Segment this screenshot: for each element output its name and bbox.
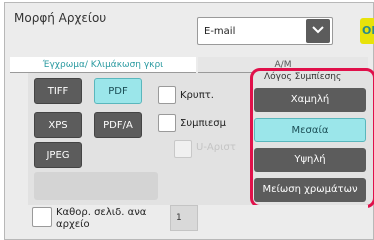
tab-color-grayscale[interactable]: Έγχρωμα/ Κλιμάκωση γκρι <box>10 57 196 73</box>
file-format-label: Μορφή Αρχείου <box>14 11 107 25</box>
format-tiff-button[interactable]: TIFF <box>34 78 82 104</box>
pages-per-file-checkbox[interactable] <box>32 207 52 227</box>
ok-button[interactable]: OK <box>360 18 374 44</box>
encrypt-label: Κρυπτ. <box>180 90 214 101</box>
compress-checkbox[interactable] <box>158 114 176 132</box>
pages-per-file-input[interactable]: 1 <box>170 205 198 231</box>
chevron-down-icon <box>312 26 324 34</box>
ocr-checkbox <box>174 140 192 158</box>
pages-per-file-label: Καθορ. σελιδ. ανα αρχείο <box>56 207 147 230</box>
compression-high-button[interactable]: Υψηλή <box>254 148 366 172</box>
compress-label: Συμπιεσμ <box>180 118 226 129</box>
format-select-value: E-mail <box>204 26 236 37</box>
ocr-label: U-Αριστ <box>196 142 236 153</box>
compression-medium-button[interactable]: Μεσαία <box>254 118 366 142</box>
format-pdfa-button[interactable]: PDF/A <box>94 112 142 138</box>
format-select[interactable]: E-mail <box>197 17 333 45</box>
compression-ratio-title: Λόγος Συμπίεσης <box>264 72 342 82</box>
color-reduction-button[interactable]: Μείωση χρωμάτων <box>254 178 366 202</box>
encrypt-checkbox[interactable] <box>158 86 176 104</box>
format-pdf-button[interactable]: PDF <box>94 78 142 104</box>
ocr-settings-button <box>34 172 158 200</box>
dropdown-button[interactable] <box>306 19 330 43</box>
format-jpeg-button[interactable]: JPEG <box>34 142 82 168</box>
compression-low-button[interactable]: Χαμηλή <box>254 88 366 112</box>
format-xps-button[interactable]: XPS <box>34 112 82 138</box>
